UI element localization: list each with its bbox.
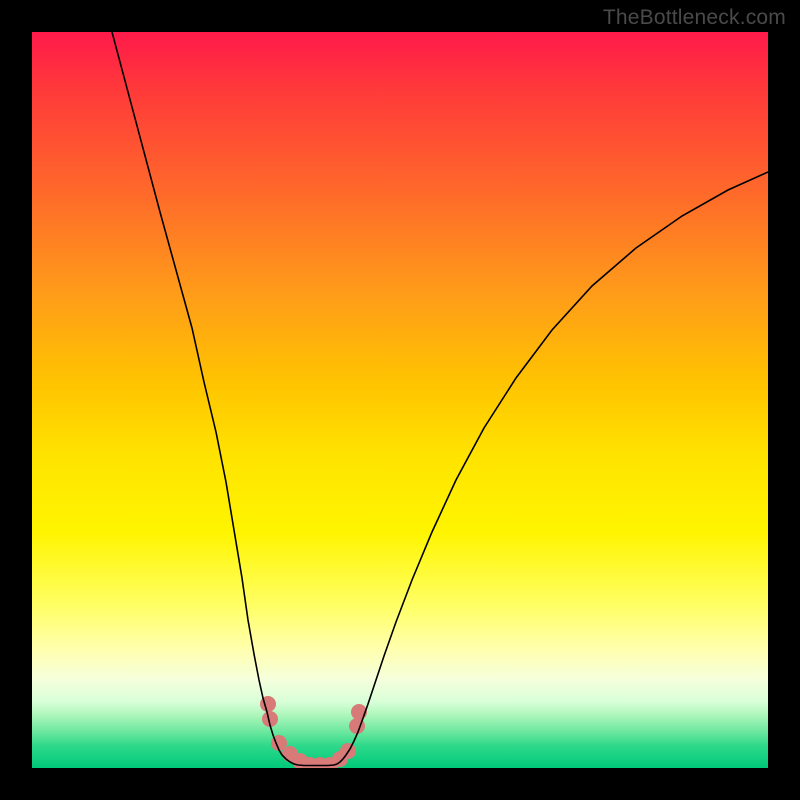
chart-frame: TheBottleneck.com [0, 0, 800, 800]
chart-svg [32, 32, 768, 768]
plot-area [32, 32, 768, 768]
bottleneck-curve [112, 32, 768, 766]
scatter-dots [260, 696, 367, 768]
watermark-label: TheBottleneck.com [603, 6, 786, 30]
